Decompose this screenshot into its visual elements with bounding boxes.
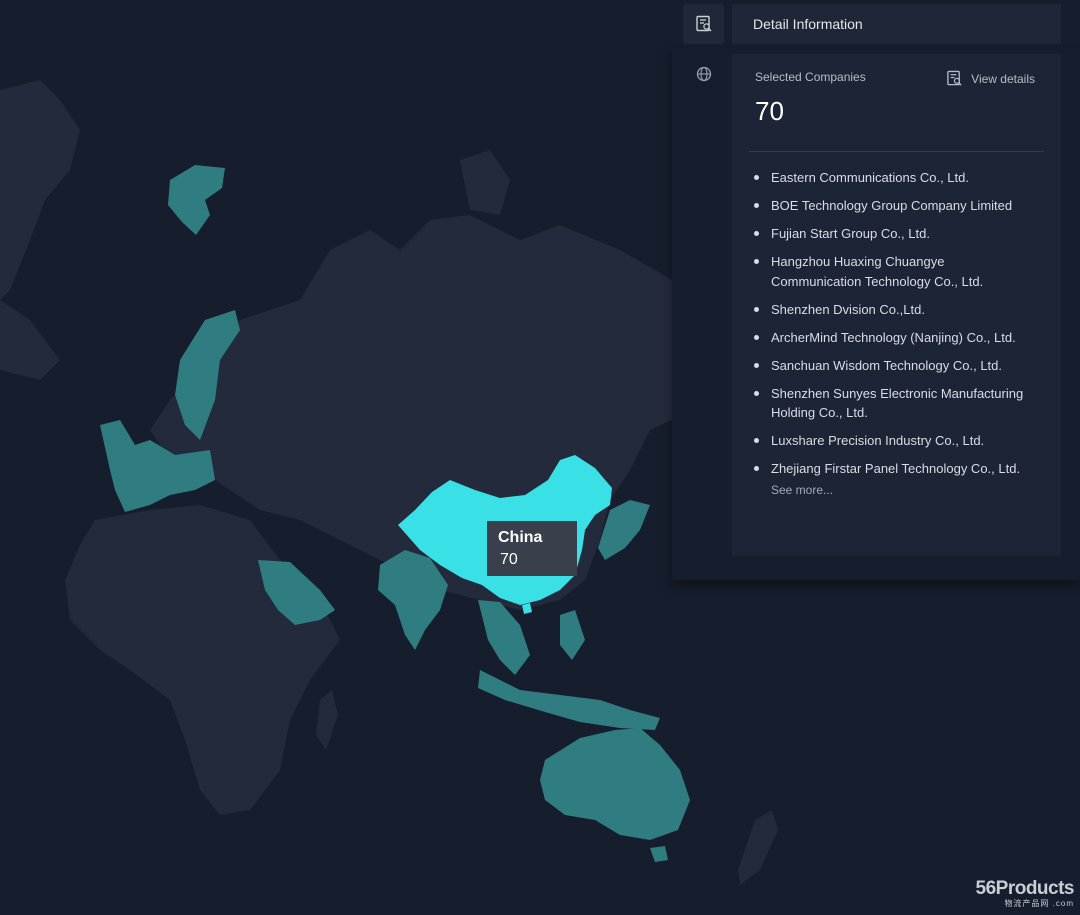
philippines-region[interactable] [560, 610, 585, 660]
globe-view-button[interactable] [683, 54, 724, 94]
north-america-region[interactable] [0, 80, 80, 300]
list-item[interactable]: ArcherMind Technology (Nanjing) Co., Ltd… [749, 328, 1044, 348]
africa-region[interactable] [65, 505, 340, 815]
list-item[interactable]: Zhejiang Firstar Panel Technology Co., L… [749, 459, 1044, 479]
list-item[interactable]: Shenzhen Dvision Co.,Ltd. [749, 300, 1044, 320]
list-item[interactable]: Sanchuan Wisdom Technology Co., Ltd. [749, 356, 1044, 376]
arctic-islands-region[interactable] [0, 300, 60, 380]
list-item[interactable]: Hangzhou Huaxing Chuangye Communication … [749, 252, 1044, 291]
australia-region[interactable] [540, 728, 690, 840]
panel-header: Detail Information [732, 4, 1061, 44]
panel-side-toolbar [683, 4, 724, 94]
new-zealand-region[interactable] [738, 810, 778, 885]
madagascar-region[interactable] [316, 690, 338, 750]
see-more-link[interactable]: See more... [771, 483, 1044, 497]
map-view: China 70 Detail Information Selected Com… [0, 0, 1080, 915]
report-view-button[interactable] [683, 4, 724, 44]
selected-companies-label: Selected Companies [755, 70, 866, 84]
indonesia-region[interactable] [478, 670, 660, 730]
northeast-asia-region[interactable] [460, 150, 510, 215]
southeast-asia-region[interactable] [478, 600, 530, 675]
view-details-label: View details [971, 71, 1035, 86]
list-item[interactable]: Eastern Communications Co., Ltd. [749, 168, 1044, 188]
report-search-icon [947, 70, 962, 86]
tooltip-country: China [498, 529, 543, 546]
list-item[interactable]: Fujian Start Group Co., Ltd. [749, 224, 1044, 244]
selected-summary: Selected Companies 70 View details [749, 70, 1044, 152]
list-item[interactable]: Luxshare Precision Industry Co., Ltd. [749, 431, 1044, 451]
detail-panel: Selected Companies 70 View details Easte… [732, 54, 1061, 556]
tasmania-region[interactable] [650, 846, 668, 862]
watermark-logo: 56Products 物流产品网 .com [975, 878, 1075, 909]
globe-icon [696, 66, 711, 82]
report-search-icon [695, 15, 711, 32]
country-tooltip: China 70 [487, 521, 577, 576]
selected-companies-count: 70 [755, 96, 784, 126]
panel-title: Detail Information [753, 16, 863, 32]
list-item[interactable]: BOE Technology Group Company Limited [749, 196, 1044, 216]
watermark-main: 56Products [975, 878, 1075, 899]
greenland-region[interactable] [168, 165, 225, 235]
company-list: Eastern Communications Co., Ltd. BOE Tec… [749, 152, 1044, 479]
list-item[interactable]: Shenzhen Sunyes Electronic Manufacturing… [749, 384, 1044, 423]
tooltip-value: 70 [500, 551, 518, 568]
view-details-link[interactable]: View details [946, 70, 1035, 87]
